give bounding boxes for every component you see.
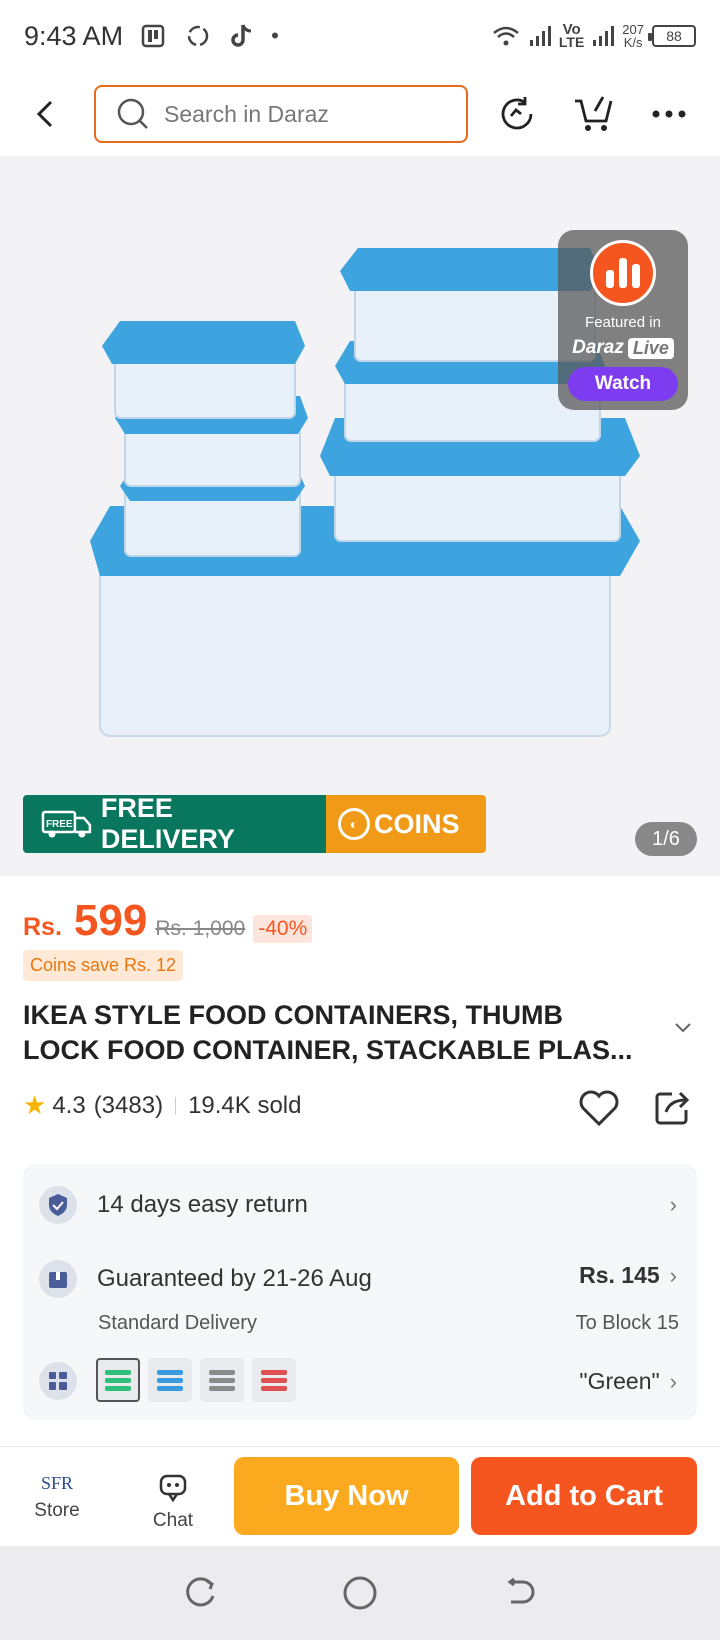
- grid-variant-icon: [39, 1362, 77, 1400]
- delivery-price-area[interactable]: Rs. 145 ›: [579, 1262, 677, 1289]
- selected-variant-label: "Green": [579, 1368, 660, 1394]
- back-button[interactable]: [20, 89, 70, 139]
- search-input[interactable]: [164, 100, 444, 128]
- sold-count: 19.4K sold: [188, 1091, 302, 1119]
- delivery-box-icon: [39, 1260, 77, 1298]
- rating-value: 4.3: [52, 1091, 86, 1119]
- coins-badge: ◐ COINS: [326, 795, 486, 853]
- featured-in-text: Featured in: [585, 314, 661, 331]
- search-box[interactable]: [94, 85, 468, 143]
- variant-row[interactable]: [39, 1362, 77, 1400]
- review-count: (3483): [93, 1091, 164, 1119]
- delivery-price: Rs. 145: [579, 1262, 660, 1288]
- watch-button[interactable]: Watch: [568, 367, 678, 401]
- status-bar: 9:43 AM • Vo LTE 207 K/s 88: [0, 0, 720, 72]
- discount-badge: -40%: [253, 915, 313, 943]
- shield-check-icon: [39, 1186, 77, 1224]
- home-icon[interactable]: [342, 1575, 378, 1611]
- top-nav: [0, 72, 720, 156]
- daraz-live-brand: Daraz Live: [572, 337, 674, 359]
- recent-apps-icon[interactable]: [183, 1576, 217, 1610]
- chat-label: Chat: [152, 1510, 194, 1531]
- delivery-row[interactable]: Guaranteed by 21-26 Aug: [39, 1260, 372, 1298]
- chevron-right-icon: ›: [669, 1262, 677, 1288]
- status-notification-icons: •: [141, 23, 279, 49]
- star-icon: ★: [23, 1090, 47, 1120]
- chat-icon: [159, 1474, 187, 1503]
- coin-icon: ◐: [338, 808, 370, 840]
- share-icon[interactable]: [654, 1088, 692, 1126]
- variant-swatch-green[interactable]: [96, 1358, 140, 1402]
- delivery-location: To Block 15: [575, 1312, 679, 1334]
- store-label: Store: [34, 1500, 80, 1521]
- selected-variant[interactable]: "Green" ›: [579, 1368, 677, 1395]
- store-logo: SFR: [40, 1473, 74, 1493]
- more-options-button[interactable]: [642, 87, 696, 141]
- daraz-live-card[interactable]: Featured in Daraz Live Watch: [558, 230, 688, 410]
- easy-return-chevron[interactable]: ›: [670, 1192, 677, 1218]
- sync-icon: [187, 25, 209, 47]
- history-button[interactable]: [490, 87, 544, 141]
- tiktok-icon: [231, 24, 252, 47]
- chat-button[interactable]: Chat: [138, 1473, 208, 1532]
- rating-row[interactable]: ★ 4.3 (3483) 19.4K sold: [23, 1090, 301, 1121]
- rating-divider: [175, 1096, 177, 1115]
- price-row: Rs. 599 Rs. 1,000 -40%: [23, 896, 313, 946]
- cart-button[interactable]: [566, 87, 620, 141]
- expand-title-chevron-icon[interactable]: [674, 1022, 692, 1034]
- wishlist-heart-icon[interactable]: [578, 1088, 620, 1128]
- volte-indicator: Vo LTE: [558, 21, 585, 50]
- battery-icon: 88: [648, 25, 696, 47]
- bottom-action-bar: SFR Store Chat Buy Now Add to Cart: [0, 1446, 720, 1546]
- net-speed: 207 K/s: [622, 22, 644, 50]
- search-icon: [117, 98, 148, 129]
- signal-icon: [529, 26, 551, 46]
- free-delivery-badge: FREE FREE DELIVERY: [23, 795, 326, 853]
- delivery-guarantee-text: Guaranteed by 21-26 Aug: [97, 1265, 372, 1292]
- product-image-carousel[interactable]: Featured in Daraz Live Watch FREE FREE D…: [0, 156, 720, 876]
- system-navigation-bar: [0, 1546, 720, 1640]
- easy-return-text: 14 days easy return: [97, 1191, 308, 1218]
- signal-icon-2: [593, 26, 615, 46]
- status-system-icons: Vo LTE 207 K/s 88: [491, 21, 696, 50]
- store-button[interactable]: SFR Store: [22, 1473, 92, 1522]
- free-delivery-coins-banner: FREE FREE DELIVERY ◐ COINS: [23, 795, 486, 853]
- price-currency: Rs.: [23, 913, 62, 941]
- easy-return-row[interactable]: 14 days easy return: [39, 1186, 308, 1224]
- wifi-icon: [493, 26, 519, 46]
- add-to-cart-button[interactable]: Add to Cart: [471, 1457, 697, 1535]
- delivery-type: Standard Delivery: [98, 1312, 257, 1334]
- variant-swatch-red[interactable]: [252, 1358, 296, 1402]
- more-dots-icon: [652, 110, 686, 118]
- history-icon: [501, 97, 533, 130]
- back-nav-icon[interactable]: [503, 1576, 537, 1610]
- svg-text:FREE: FREE: [46, 819, 73, 830]
- variant-swatch-grey[interactable]: [200, 1358, 244, 1402]
- product-title[interactable]: IKEA STYLE FOOD CONTAINERS, THUMB LOCK F…: [23, 998, 663, 1068]
- coins-save-badge: Coins save Rs. 12: [23, 950, 184, 981]
- image-page-counter: 1/6: [635, 822, 697, 856]
- more-notifications-dot: •: [271, 23, 279, 48]
- delivery-truck-icon: FREE: [41, 810, 92, 838]
- variant-swatch-blue[interactable]: [148, 1358, 192, 1402]
- status-time: 9:43 AM: [24, 20, 124, 51]
- service-info-card: 14 days easy return › Guaranteed by 21-2…: [23, 1164, 697, 1420]
- daraz-live-logo: [590, 240, 656, 306]
- cart-icon: [575, 96, 613, 131]
- variant-swatches: [96, 1358, 296, 1402]
- current-price: 599: [73, 896, 148, 945]
- app-notification-icon: [141, 24, 165, 48]
- chevron-right-icon: ›: [669, 1192, 677, 1217]
- buy-now-button[interactable]: Buy Now: [234, 1457, 459, 1535]
- original-price: Rs. 1,000: [155, 917, 246, 940]
- chevron-right-icon: ›: [669, 1368, 677, 1394]
- back-arrow-icon: [36, 100, 53, 128]
